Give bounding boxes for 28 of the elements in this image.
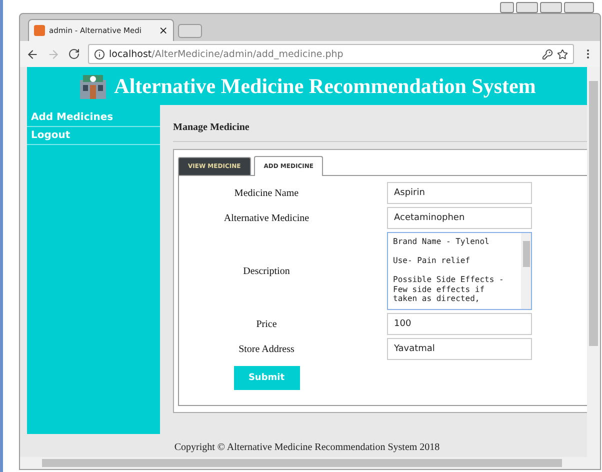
key-icon[interactable] [542,48,553,60]
close-window-button[interactable] [564,2,594,13]
field-label: Store Address [238,344,296,354]
bookmark-star-icon[interactable] [557,48,568,60]
input-field[interactable]: Yavatmal [387,338,532,360]
field-label: Alternative Medicine [222,212,310,224]
input-field[interactable]: Acetaminophen [387,207,532,229]
maximize-button[interactable] [540,2,562,13]
back-icon[interactable] [26,48,39,60]
forward-icon[interactable] [47,48,60,60]
site-title: Alternative Medicine Recommendation System [114,74,536,98]
info-icon[interactable] [94,48,105,60]
input-field[interactable]: Aspirin [387,182,532,204]
field-label: Description [242,266,291,276]
field-label: Medicine Name [233,188,300,198]
minimize-button[interactable] [516,2,538,13]
new-tab-button[interactable] [178,24,202,38]
input-field[interactable]: 100 [387,313,532,335]
field-label: Price [255,318,278,330]
tab-close-button[interactable]: × [158,24,168,37]
copyright-text: Copyright © Alternative Medicine Recommendation System 2018 [173,441,441,455]
horizontal-scrollbar[interactable] [20,457,600,469]
description-field[interactable]: Brand Name - Tylenol Use- Pain relief Possible Side Effects - Few side effects if taken as directed, [387,232,532,310]
address-bar[interactable]: localhost/AlterMedicine/admin/add_medicine.php [88,44,574,64]
pharmacy-building-icon [78,72,108,100]
reload-icon[interactable] [68,48,80,60]
section-title: Manage Medicine [173,122,587,142]
site-favicon-icon [34,25,45,36]
